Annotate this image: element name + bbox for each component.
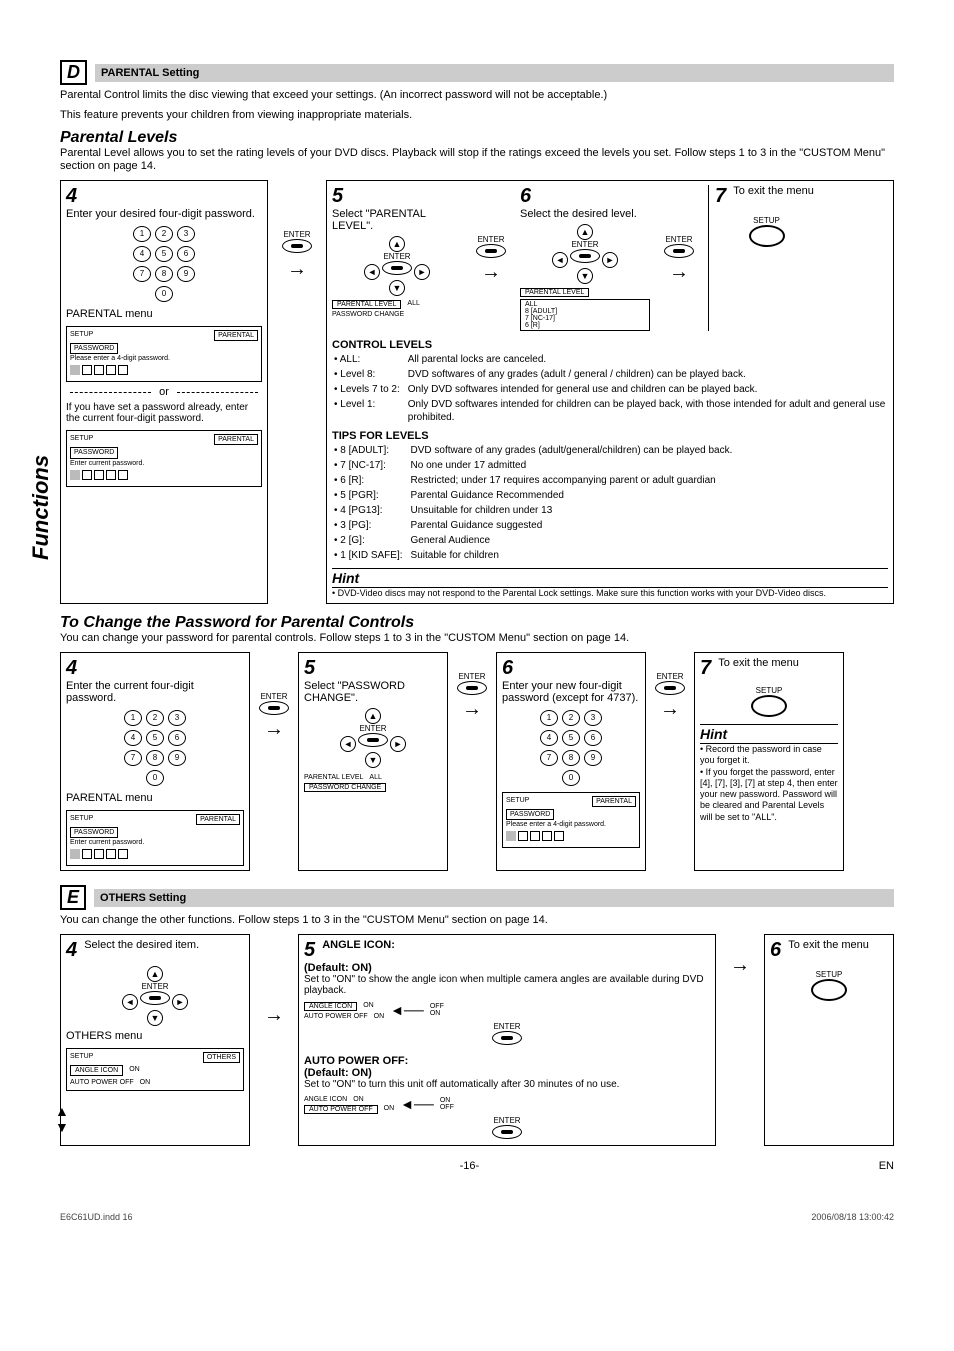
stepnum: 4 — [66, 185, 77, 208]
parental-menu-label: PARENTAL menu — [66, 308, 262, 320]
e-step4: 4 Select the desired item. ▲ ENTER ◄► ▼ … — [60, 934, 250, 1146]
change-pw-heading: To Change the Password for Parental Cont… — [60, 614, 894, 632]
enter-button-icon — [282, 239, 312, 253]
section-d-intro2: This feature prevents your children from… — [60, 109, 894, 123]
e-step5: 5 ANGLE ICON: (Default: ON) Set to "ON" … — [298, 934, 716, 1146]
tips-list: • 8 [ADULT]:DVD software of any grades (… — [332, 442, 734, 564]
cp-step7: 7 To exit the menu SETUP Hint • Record t… — [694, 652, 844, 871]
angle-icon-title: ANGLE ICON: — [322, 939, 395, 951]
page-footer: -16- EN — [60, 1160, 894, 1172]
parental-levels-desc: Parental Level allows you to set the rat… — [60, 147, 894, 175]
d-step5-block: 5 Select "PARENTAL LEVEL". ▲ ENTER ◄► ▼ … — [326, 180, 894, 604]
control-levels-list: • ALL:All parental locks are canceled. •… — [332, 351, 888, 426]
steptext: Enter your desired four-digit password. — [66, 208, 255, 220]
cp-step5: 5 Select "PASSWORD CHANGE". ▲ ENTER ◄► ▼… — [298, 652, 448, 871]
setup-button-icon — [749, 225, 785, 247]
e-step6: 6 To exit the menu SETUP — [764, 934, 894, 1146]
enter-arrow-1: ENTER → — [274, 180, 320, 604]
or-label: or — [159, 386, 169, 398]
section-e-title: OTHERS Setting — [94, 889, 894, 907]
badge-d: D — [60, 60, 87, 85]
section-d-intro1: Parental Control limits the disc viewing… — [60, 89, 894, 103]
section-d-title: PARENTAL Setting — [95, 64, 894, 82]
auto-power-off-title: AUTO POWER OFF: — [304, 1055, 710, 1067]
tips-head: TIPS FOR LEVELS — [332, 430, 888, 442]
doc-footer: E6C61UD.indd 16 2006/08/18 13:00:42 — [60, 1212, 894, 1222]
section-e-desc: You can change the other functions. Foll… — [60, 914, 894, 928]
d-step4: 4 Enter your desired four-digit password… — [60, 180, 268, 604]
screen-password-new: SETUPPARENTAL PASSWORD Please enter a 4-… — [66, 326, 262, 382]
section-e-header: E OTHERS Setting — [60, 885, 894, 910]
hint-text: • DVD-Video discs may not respond to the… — [332, 588, 888, 599]
parental-levels-heading: Parental Levels — [60, 129, 894, 147]
control-levels-head: CONTROL LEVELS — [332, 339, 888, 351]
hint-head: Hint — [332, 568, 888, 588]
section-d-header: D PARENTAL Setting — [60, 60, 894, 85]
badge-e: E — [60, 885, 86, 910]
keypad-icon: 123 456 789 0 — [66, 226, 262, 302]
screen-password-current: SETUPPARENTAL PASSWORD Enter current pas… — [66, 430, 262, 486]
cp-step6: 6 Enter your new four-digit password (ex… — [496, 652, 646, 871]
sidebar-functions-label: Functions — [28, 455, 54, 560]
change-pw-desc: You can change your password for parenta… — [60, 632, 894, 646]
alt-pw-text: If you have set a password already, ente… — [66, 402, 262, 424]
cp-step4: 4 Enter the current four-digit password.… — [60, 652, 250, 871]
